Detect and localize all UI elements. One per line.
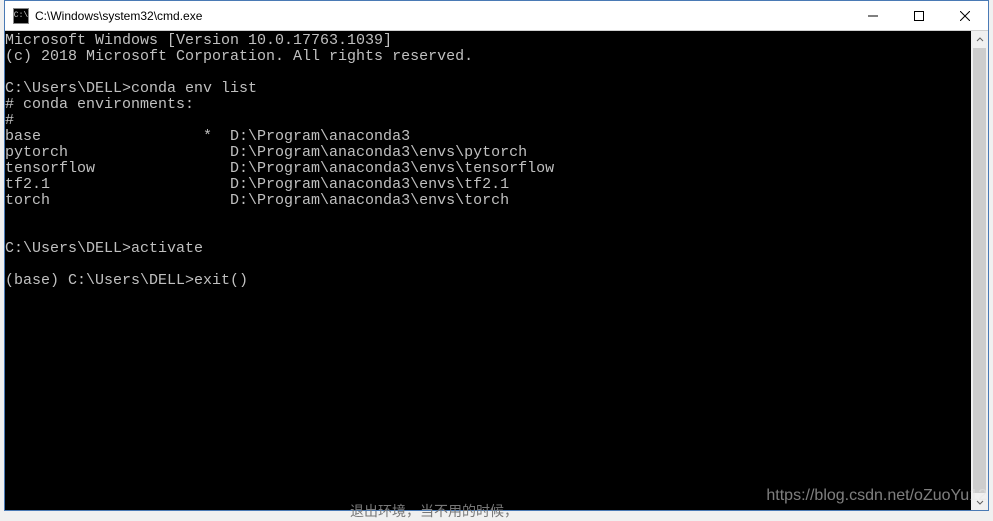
minimize-button[interactable] [850, 1, 896, 30]
minimize-icon [868, 11, 878, 21]
terminal-line: tf2.1 D:\Program\anaconda3\envs\tf2.1 [5, 176, 509, 193]
close-icon [960, 11, 970, 21]
terminal-line: torch D:\Program\anaconda3\envs\torch [5, 192, 509, 209]
window-controls [850, 1, 988, 30]
terminal-line: (c) 2018 Microsoft Corporation. All righ… [5, 48, 473, 65]
terminal-line: # conda environments: [5, 96, 194, 113]
chevron-down-icon [976, 498, 984, 506]
close-button[interactable] [942, 1, 988, 30]
terminal-line: C:\Users\DELL>activate [5, 240, 203, 257]
chevron-up-icon [976, 36, 984, 44]
terminal-line: tensorflow D:\Program\anaconda3\envs\ten… [5, 160, 554, 177]
scrollbar-thumb[interactable] [973, 48, 986, 493]
caption-text: 退出环境，当不用的时候， [350, 501, 518, 521]
terminal-line: pytorch D:\Program\anaconda3\envs\pytorc… [5, 144, 527, 161]
maximize-button[interactable] [896, 1, 942, 30]
vertical-scrollbar[interactable] [971, 31, 988, 510]
cmd-window: C:\ C:\Windows\system32\cmd.exe Microsof… [4, 0, 989, 511]
maximize-icon [914, 11, 924, 21]
terminal-output[interactable]: Microsoft Windows [Version 10.0.17763.10… [5, 31, 971, 510]
scroll-down-button[interactable] [971, 493, 988, 510]
terminal-line: # [5, 112, 14, 129]
terminal-area: Microsoft Windows [Version 10.0.17763.10… [5, 31, 988, 510]
terminal-line: (base) C:\Users\DELL>exit() [5, 272, 248, 289]
terminal-line: base * D:\Program\anaconda3 [5, 128, 410, 145]
scroll-up-button[interactable] [971, 31, 988, 48]
window-title: C:\Windows\system32\cmd.exe [35, 9, 850, 23]
cmd-icon: C:\ [13, 8, 29, 24]
terminal-line: C:\Users\DELL>conda env list [5, 80, 257, 97]
terminal-line: Microsoft Windows [Version 10.0.17763.10… [5, 32, 392, 49]
scrollbar-track[interactable] [971, 48, 988, 493]
titlebar[interactable]: C:\ C:\Windows\system32\cmd.exe [5, 1, 988, 31]
